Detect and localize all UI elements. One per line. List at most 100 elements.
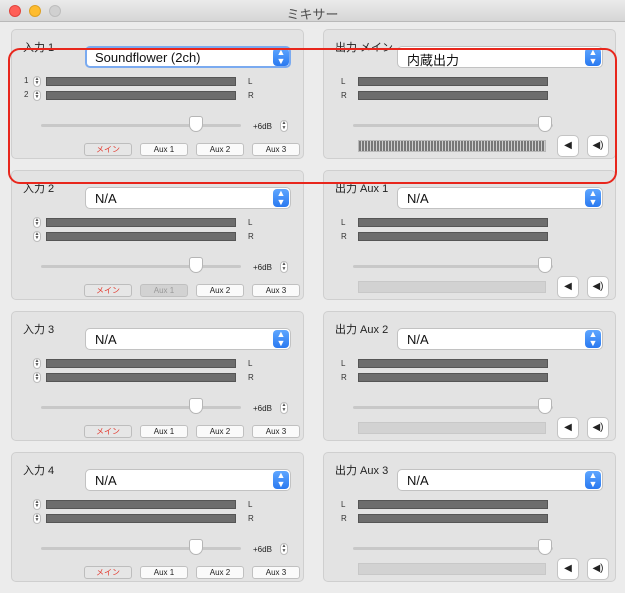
volume-slider-track[interactable] [353,547,553,550]
speaker-loud-icon[interactable]: ◀) [587,558,609,580]
output-level-bar [358,422,546,434]
gain-slider-track[interactable] [41,124,241,127]
route-main-button[interactable]: メイン [84,566,132,579]
speaker-icon[interactable]: ◀ [557,417,579,439]
chevron-updown-icon: ▲ ▼ [273,330,289,348]
level-meter-left [358,500,548,509]
output-level-bar [358,563,546,575]
volume-slider-thumb[interactable] [538,257,552,273]
route-aux2-button[interactable]: Aux 2 [196,143,244,156]
input-title: 入力 2 [23,183,55,195]
output-destination-dropdown[interactable]: 内蔵出力 ▲ ▼ [397,46,603,68]
level-meter-left [46,77,236,86]
gain-slider-thumb[interactable] [189,398,203,414]
channel-left-label: L [341,77,346,86]
route-aux1-button[interactable]: Aux 1 [140,284,188,297]
gain-value: +6dB [253,122,272,131]
output-destination-value: N/A [407,191,429,206]
volume-slider-track[interactable] [353,265,553,268]
route-main-button[interactable]: メイン [84,284,132,297]
output-panel-main: 出力 メイン 内蔵出力 ▲ ▼ L R ◀ ◀) [323,29,616,159]
channel-left-label: L [341,500,346,509]
speaker-loud-icon[interactable]: ◀) [587,276,609,298]
gain-slider-track[interactable] [41,547,241,550]
chevron-updown-icon: ▲ ▼ [273,471,289,489]
chevron-updown-icon: ▲ ▼ [585,189,601,207]
route-aux1-button[interactable]: Aux 1 [140,566,188,579]
input-source-dropdown[interactable]: N/A ▲ ▼ [85,328,291,350]
level-meter-left [358,77,548,86]
speaker-loud-icon[interactable]: ◀) [587,135,609,157]
channel-right-label: R [341,514,347,523]
route-main-button[interactable]: メイン [84,143,132,156]
output-panel-aux1: 出力 Aux 1 N/A ▲ ▼ L R ◀ ◀) [323,170,616,300]
gain-stepper[interactable]: ▲ ▼ [280,261,288,273]
route-aux1-button[interactable]: Aux 1 [140,143,188,156]
output-destination-dropdown[interactable]: N/A ▲ ▼ [397,187,603,209]
input-source-value: N/A [95,191,117,206]
channel-stepper[interactable]: ▲ ▼ [33,76,41,87]
channel-right-label: R [341,232,347,241]
route-aux1-button[interactable]: Aux 1 [140,425,188,438]
output-panel-aux3: 出力 Aux 3 N/A ▲ ▼ L R ◀ ◀) [323,452,616,582]
gain-stepper[interactable]: ▲ ▼ [280,402,288,414]
route-aux3-button[interactable]: Aux 3 [252,425,300,438]
output-title: 出力 Aux 2 [335,324,389,336]
gain-slider-thumb[interactable] [189,116,203,132]
route-aux2-button[interactable]: Aux 2 [196,425,244,438]
speaker-loud-icon[interactable]: ◀) [587,417,609,439]
output-level-bar [358,281,546,293]
channel-stepper[interactable]: ▲ ▼ [33,231,41,242]
input-source-dropdown[interactable]: N/A ▲ ▼ [85,187,291,209]
route-aux2-button[interactable]: Aux 2 [196,566,244,579]
output-destination-dropdown[interactable]: N/A ▲ ▼ [397,328,603,350]
channel-stepper[interactable]: ▲ ▼ [33,513,41,524]
route-aux2-button[interactable]: Aux 2 [196,284,244,297]
gain-stepper[interactable]: ▲ ▼ [280,543,288,555]
level-meter-left [358,218,548,227]
input-source-dropdown[interactable]: Soundflower (2ch) ▲ ▼ [85,46,291,68]
gain-value: +6dB [253,545,272,554]
route-main-button[interactable]: メイン [84,425,132,438]
level-meter-left [46,500,236,509]
chevron-updown-icon: ▲ ▼ [273,189,289,207]
output-destination-value: N/A [407,332,429,347]
channel-number: 2 [24,90,29,99]
channel-right-label: R [341,91,347,100]
level-meter-left [358,359,548,368]
route-aux3-button[interactable]: Aux 3 [252,566,300,579]
gain-slider-track[interactable] [41,406,241,409]
channel-stepper[interactable]: ▲ ▼ [33,90,41,101]
output-destination-dropdown[interactable]: N/A ▲ ▼ [397,469,603,491]
channel-stepper[interactable]: ▲ ▼ [33,372,41,383]
input-source-dropdown[interactable]: N/A ▲ ▼ [85,469,291,491]
input-panel-2: 入力 2 N/A ▲ ▼ ▲ ▼ L ▲ ▼ R +6dB ▲ ▼ メイン Aux 1 Aux 2 Aux 3 [11,170,304,300]
input-panel-4: 入力 4 N/A ▲ ▼ ▲ ▼ L ▲ ▼ R +6dB ▲ ▼ メイン Aux 1 Aux 2 Aux 3 [11,452,304,582]
level-meter-right [46,514,236,523]
volume-slider-thumb[interactable] [538,116,552,132]
volume-slider-thumb[interactable] [538,398,552,414]
input-source-value: N/A [95,473,117,488]
chevron-updown-icon: ▲ ▼ [585,48,601,66]
gain-slider-thumb[interactable] [189,539,203,555]
gain-slider-thumb[interactable] [189,257,203,273]
channel-stepper[interactable]: ▲ ▼ [33,358,41,369]
route-aux3-button[interactable]: Aux 3 [252,284,300,297]
speaker-icon[interactable]: ◀ [557,558,579,580]
volume-slider-thumb[interactable] [538,539,552,555]
level-meter-right [358,232,548,241]
channel-stepper[interactable]: ▲ ▼ [33,499,41,510]
gain-value: +6dB [253,263,272,272]
channel-stepper[interactable]: ▲ ▼ [33,217,41,228]
output-destination-value: N/A [407,473,429,488]
level-meter-right [46,373,236,382]
channel-right-label: R [341,373,347,382]
gain-slider-track[interactable] [41,265,241,268]
gain-stepper[interactable]: ▲ ▼ [280,120,288,132]
route-aux3-button[interactable]: Aux 3 [252,143,300,156]
speaker-icon[interactable]: ◀ [557,276,579,298]
level-meter-right [358,91,548,100]
volume-slider-track[interactable] [353,406,553,409]
speaker-icon[interactable]: ◀ [557,135,579,157]
volume-slider-track[interactable] [353,124,553,127]
